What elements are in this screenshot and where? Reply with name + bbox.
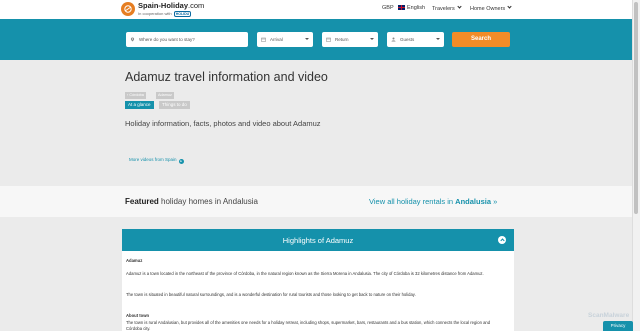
home-owners-menu[interactable]: Home Owners bbox=[470, 4, 512, 12]
arrow-right-icon: ▸ bbox=[178, 158, 184, 164]
site-header: Spain-Holiday.com In cooperation with HO… bbox=[0, 0, 632, 19]
language-selector[interactable]: English bbox=[398, 5, 425, 11]
chevron-down-icon bbox=[507, 4, 512, 9]
destination-input[interactable]: Where do you want to stay? bbox=[126, 32, 248, 47]
featured-title: Featured holiday homes in Andalusia bbox=[125, 197, 258, 206]
calendar-icon bbox=[261, 37, 266, 42]
location-pin-icon bbox=[130, 37, 135, 42]
logo-subtitle: In cooperation with HOLIDU bbox=[138, 11, 192, 17]
highlights-header[interactable]: Highlights of Adamuz bbox=[122, 229, 514, 251]
scrollbar-thumb[interactable] bbox=[634, 2, 638, 214]
people-icon bbox=[391, 37, 396, 42]
tab-at-a-glance[interactable]: At a glance bbox=[125, 101, 154, 109]
scanmalware-badge: ScanMalware bbox=[588, 312, 630, 319]
paragraph: The town is rural Andalusian, but provid… bbox=[126, 320, 491, 331]
paragraph: Adamuz is a town located in the northeas… bbox=[126, 271, 484, 276]
page-title: Adamuz travel information and video bbox=[125, 70, 328, 84]
chevron-down-icon bbox=[305, 38, 309, 40]
chevron-down-icon bbox=[457, 4, 462, 9]
breadcrumb-cordoba[interactable]: ‹ Córdoba bbox=[125, 92, 146, 99]
section-heading: Adamuz bbox=[126, 258, 143, 263]
highlights-title: Highlights of Adamuz bbox=[282, 236, 354, 245]
currency-selector[interactable]: GBP bbox=[382, 5, 394, 11]
logo-icon[interactable] bbox=[121, 2, 135, 16]
chevron-down-icon bbox=[436, 38, 440, 40]
highlights-content: Adamuz Adamuz is a town located in the n… bbox=[122, 251, 514, 331]
search-button[interactable]: Search bbox=[452, 32, 510, 47]
section-heading: About town bbox=[126, 313, 150, 318]
collapse-chevron-up-icon[interactable] bbox=[498, 236, 506, 244]
more-videos-link[interactable]: More videos from Spain ▸ bbox=[129, 157, 184, 164]
arrival-date-field[interactable]: Arrival bbox=[257, 32, 313, 47]
breadcrumb-adamuz[interactable]: Adamuz bbox=[156, 92, 174, 99]
privacy-button[interactable]: Privacy bbox=[603, 321, 633, 331]
view-all-rentals-link[interactable]: View all holiday rentals in Andalusia » bbox=[369, 197, 497, 206]
calendar-icon bbox=[326, 37, 331, 42]
uk-flag-icon bbox=[398, 5, 405, 10]
travelers-menu[interactable]: Travelers bbox=[432, 4, 462, 12]
return-date-field[interactable]: Return bbox=[322, 32, 378, 47]
page-subtitle: Holiday information, facts, photos and v… bbox=[125, 119, 321, 128]
featured-section: Featured holiday homes in Andalusia View… bbox=[0, 186, 632, 217]
tab-things-to-do[interactable]: Things to do bbox=[159, 101, 190, 109]
search-bar: Where do you want to stay? Arrival Retur… bbox=[0, 19, 632, 60]
logo-title[interactable]: Spain-Holiday.com bbox=[138, 1, 204, 10]
holidu-logo: HOLIDU bbox=[173, 11, 192, 17]
guests-selector[interactable]: Guests bbox=[387, 32, 444, 47]
chevron-down-icon bbox=[370, 38, 374, 40]
paragraph: The town is situated in beautiful natura… bbox=[126, 292, 416, 297]
